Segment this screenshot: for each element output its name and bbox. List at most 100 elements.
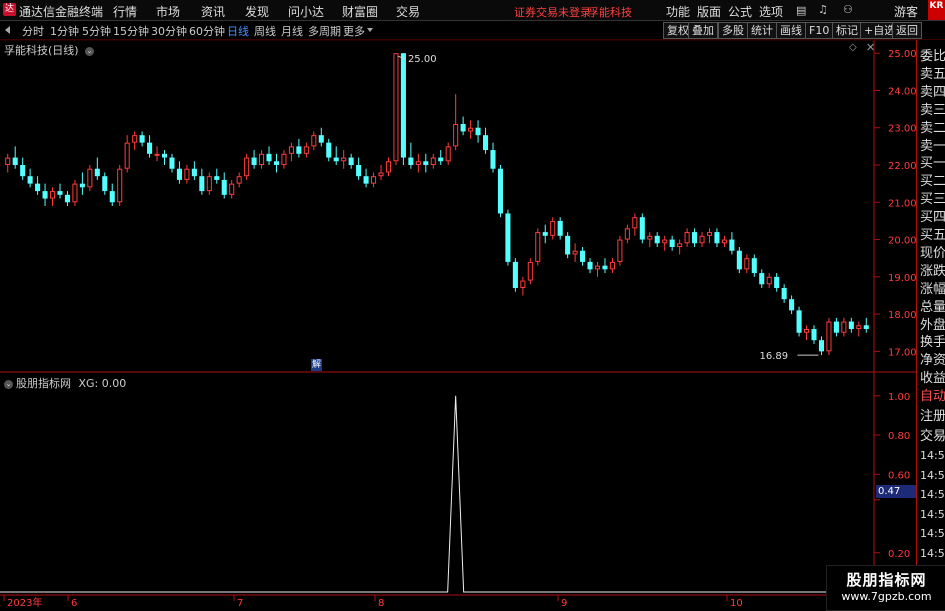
price-tick-label: 25.00 xyxy=(888,49,917,60)
candle-body-down xyxy=(751,258,757,274)
candle-body-down xyxy=(602,265,608,270)
price-tick-label: 20.00 xyxy=(888,236,917,247)
candle-body-down xyxy=(789,299,795,311)
quote-field-label: 卖三 xyxy=(920,102,945,118)
candle-body-down xyxy=(147,142,153,154)
time-tick-label: 7 xyxy=(237,598,243,609)
tick-time: 14:56 xyxy=(920,468,945,482)
watermark-box: 股朋指标网 www.7gpzb.com xyxy=(826,565,945,611)
candle-body-up xyxy=(662,239,668,244)
time-tick-label: 10 xyxy=(730,598,743,609)
candle-body-up xyxy=(594,265,601,270)
candle-body-up xyxy=(184,168,190,180)
candle-body-down xyxy=(714,232,720,244)
candle-body-up xyxy=(288,146,294,154)
candle-body-up xyxy=(244,157,250,177)
quote-field-label: 净资 xyxy=(920,353,945,369)
low-price-label: 16.89 xyxy=(759,351,788,362)
candle-body-down xyxy=(318,135,324,143)
quote-field-label: 买五 xyxy=(920,228,945,243)
price-tick-label: 24.00 xyxy=(888,86,917,97)
candle-body-down xyxy=(848,321,854,329)
candle-body-down xyxy=(214,176,220,180)
candle-body-down xyxy=(490,150,496,169)
candle-body-up xyxy=(415,161,421,165)
time-tick-label: 2023年 xyxy=(7,596,42,609)
candle-body-down xyxy=(176,168,182,180)
candle-body-down xyxy=(438,157,444,162)
quote-field-label: 收益 xyxy=(920,371,945,387)
candle-body-down xyxy=(729,239,735,251)
tick-time: 14:56 xyxy=(920,488,945,501)
candle-body-down xyxy=(348,157,354,165)
tick-time: 14:56 xyxy=(920,546,945,560)
candle-body-up xyxy=(699,235,705,244)
quote-field-label: 总量 xyxy=(920,299,945,315)
candle-body-down xyxy=(774,276,780,288)
candle-body-down xyxy=(42,191,48,199)
quote-field-label: 卖五 xyxy=(920,66,945,82)
candle-body-up xyxy=(229,183,235,195)
candle-body-up xyxy=(206,176,212,192)
price-tick-label: 21.00 xyxy=(888,198,917,209)
event-marker-badge[interactable]: 解 xyxy=(311,359,322,371)
price-tick-label: 23.00 xyxy=(888,124,917,135)
candle-body-down xyxy=(57,191,63,195)
candle-body-up xyxy=(453,124,459,147)
time-tick-label: 6 xyxy=(71,598,77,609)
candle-body-down xyxy=(408,157,414,165)
candle-body-down xyxy=(64,194,70,203)
trade-panel-label[interactable]: 注册 xyxy=(920,405,945,424)
high-price-label: 25.00 xyxy=(408,54,437,65)
candle-body-up xyxy=(744,258,750,270)
candle-body-down xyxy=(781,288,787,300)
candle-body-down xyxy=(482,135,489,151)
candle-body-down xyxy=(221,179,227,195)
candle-body-up xyxy=(535,232,541,262)
candle-body-down xyxy=(296,146,302,154)
candle-body-down xyxy=(759,273,765,285)
candle-body-down xyxy=(266,153,272,162)
candle-body-up xyxy=(572,250,578,255)
chart-canvas: 25.00 24.00 23.00 22.00 21.00 20.00 19.00 18.00… xyxy=(0,39,917,609)
candle-body-up xyxy=(624,228,630,240)
candle-body-down xyxy=(94,168,100,177)
candle-body-down xyxy=(20,165,26,177)
candle-body-down xyxy=(565,235,571,255)
candle-body-up xyxy=(617,239,623,262)
candle-body-up xyxy=(721,239,727,244)
candle-body-down xyxy=(460,124,466,132)
candle-body-down xyxy=(512,261,518,288)
candle-body-up xyxy=(550,220,556,236)
price-tick-label: 18.00 xyxy=(888,310,917,321)
candle-body-up xyxy=(371,176,377,184)
candle-body-up xyxy=(430,157,436,166)
candle-body-down xyxy=(102,176,108,192)
candle-body-up xyxy=(609,261,615,270)
candle-body-down xyxy=(139,135,145,143)
candle-body-up xyxy=(311,135,317,147)
trade-panel-label[interactable]: 交易 xyxy=(920,425,945,444)
candle-body-down xyxy=(639,217,645,240)
candle-body-down xyxy=(818,340,825,352)
candle-body-down xyxy=(423,161,429,165)
watermark-url: www.7gpzb.com xyxy=(841,590,932,603)
candle-body-down xyxy=(326,142,332,158)
candle-body-down xyxy=(191,168,197,177)
time-tick-label: 8 xyxy=(378,598,384,609)
candle-body-down xyxy=(199,176,205,192)
candle-body-up xyxy=(706,232,713,236)
trade-panel-label[interactable]: 自动 xyxy=(920,385,945,404)
candle-body-down xyxy=(79,183,85,188)
tick-time: 14:56 xyxy=(920,527,945,540)
candle-body-up xyxy=(804,329,810,333)
indicator-tick-label: 0.60 xyxy=(888,470,910,481)
tick-time: 14:56 xyxy=(920,449,945,462)
xg-indicator-line xyxy=(0,395,874,593)
quote-field-label: 买三 xyxy=(920,192,945,208)
candle-body-down xyxy=(833,321,839,333)
tick-time: 14:56 xyxy=(920,507,945,521)
candle-body-down xyxy=(161,153,168,158)
candle-body-down xyxy=(557,220,563,236)
candle-body-up xyxy=(684,232,690,244)
